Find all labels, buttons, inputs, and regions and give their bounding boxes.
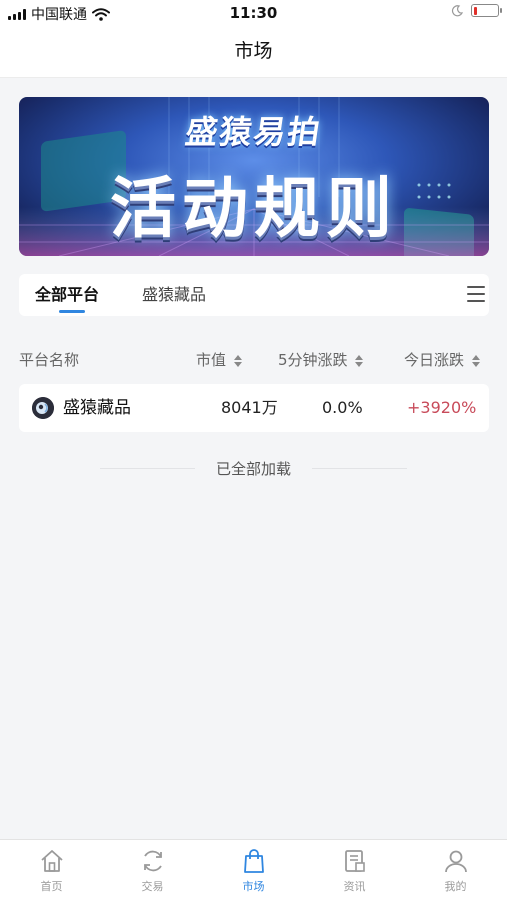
tabbar-home-label: 首页 [40,880,63,893]
page-title: 市场 [234,40,273,62]
tabbar-trade[interactable]: 交易 [102,840,203,900]
news-icon [345,850,365,872]
platform-tabs: 全部平台 盛猿藏品 [19,274,489,316]
sort-icon [355,354,364,367]
tabbar-home[interactable]: 首页 [1,840,102,900]
banner-title: 活动规则 [110,170,398,247]
tabbar-news[interactable]: 资讯 [304,840,405,900]
sort-icon [471,354,480,367]
header-change-5m-label: 5分钟涨跌 [278,351,348,369]
status-time: 11:30 [229,4,278,22]
activity-banner[interactable]: 盛猿易拍 活动规则 [19,97,489,256]
platform-name: 盛猿藏品 [63,398,131,418]
header-platform-name-label: 平台名称 [19,351,80,369]
tabbar-news-label: 资讯 [343,880,366,893]
menu-icon[interactable] [467,286,485,302]
header-change-5m[interactable]: 5分钟涨跌 [278,349,364,370]
battery-level [473,6,477,15]
tab-active-indicator [59,310,85,313]
tabbar-profile[interactable]: 我的 [405,840,506,900]
status-right [451,4,502,17]
home-icon [41,850,63,872]
tab-shengyuan[interactable]: 盛猿藏品 [142,274,206,316]
header-platform-name: 平台名称 [19,349,79,370]
header-market-cap-label: 市值 [196,351,227,369]
banner-subtitle: 盛猿易拍 [183,113,325,151]
change-today-value: +3920% [407,398,477,417]
tabbar-trade-label: 交易 [141,880,164,893]
status-bar: 中国联通 11:30 [0,0,507,26]
moon-icon [451,4,463,16]
refresh-icon [144,850,162,872]
all-loaded-text: 已全部加载 [215,460,291,478]
user-icon [445,850,467,873]
bottom-tab-bar: 首页 交易 市场 资讯 我的 [0,839,507,900]
tabbar-profile-label: 我的 [444,880,467,893]
nav-bar: 市场 [0,26,507,78]
shengyuan-logo-icon [32,397,54,419]
header-change-today[interactable]: 今日涨跌 [404,349,480,370]
shopping-bag-icon [244,849,264,873]
change-5m-value: 0.0% [322,398,363,417]
battery-icon [471,4,502,17]
header-change-today-label: 今日涨跌 [404,351,465,369]
market-cap-value: 8041万 [221,398,278,417]
tabbar-market[interactable]: 市场 [203,840,304,900]
tabbar-market-label: 市场 [242,880,265,893]
header-market-cap[interactable]: 市值 [196,349,242,370]
table-row[interactable]: 盛猿藏品 8041万 0.0% +3920% [19,384,489,432]
sort-icon [233,354,242,367]
